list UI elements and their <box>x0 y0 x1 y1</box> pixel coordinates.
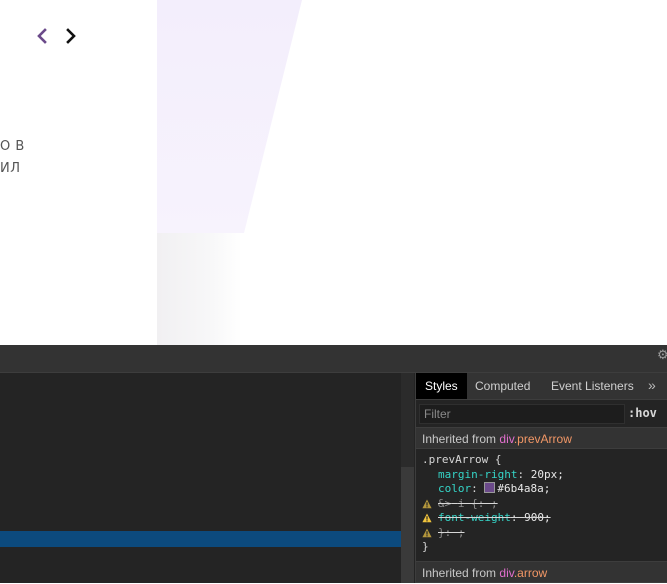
css-rule-block: .prevArrow { margin-right: 20px; color: … <box>416 453 667 555</box>
declaration-margin-right[interactable]: margin-right: 20px; <box>422 468 667 483</box>
declaration-invalid-1[interactable]: &> i {: ; <box>422 497 667 512</box>
declaration-color[interactable]: color: #6b4a8a; <box>422 482 667 497</box>
inherited-header-arrow: Inherited from div.arrow <box>416 561 667 583</box>
tab-styles[interactable]: Styles <box>416 373 467 399</box>
hero-text-line-2: ИЛ <box>0 161 21 176</box>
warning-icon <box>422 513 432 523</box>
property-name[interactable]: font-weight <box>438 511 511 524</box>
inherited-class-link[interactable]: .arrow <box>514 566 547 580</box>
rule-close-brace-line: } <box>422 540 667 555</box>
inherited-label: Inherited from <box>422 432 497 446</box>
property-value[interactable]: 900; <box>524 511 551 524</box>
property-value[interactable]: : ; <box>445 526 465 539</box>
property-name[interactable]: } <box>438 526 445 539</box>
elements-tree[interactable] <box>0 373 401 583</box>
inherited-label: Inherited from <box>422 566 497 580</box>
devtools-panel: ⚙ Styles Computed Event Listeners » :hov… <box>0 345 667 583</box>
chevron-right-icon <box>66 28 76 44</box>
decorative-shape <box>157 0 302 233</box>
rule-selector-line: .prevArrow { <box>422 453 667 468</box>
tab-computed[interactable]: Computed <box>466 373 539 399</box>
inherited-tag-link[interactable]: div <box>499 566 513 580</box>
inherited-tag-link[interactable]: div <box>499 432 513 446</box>
filter-row: :hov <box>416 400 667 428</box>
property-name[interactable]: &> <box>438 497 451 510</box>
prev-arrow-button[interactable] <box>35 26 51 46</box>
warning-icon <box>422 499 432 508</box>
property-value[interactable]: #6b4a8a; <box>497 482 550 495</box>
hero-text-line-1: О В <box>0 139 25 154</box>
styles-filter-input[interactable] <box>419 404 625 424</box>
tab-event-listeners[interactable]: Event Listeners <box>542 373 643 399</box>
web-page: О В ИЛ <box>0 0 667 345</box>
warning-icon <box>422 528 432 537</box>
property-name[interactable]: margin-right <box>438 468 517 481</box>
sidebar-tabs: Styles Computed Event Listeners » <box>416 373 667 400</box>
elements-scrollbar-thumb[interactable] <box>401 467 414 583</box>
property-value[interactable]: 20px; <box>531 468 564 481</box>
property-value[interactable]: i {: ; <box>458 497 498 510</box>
rule-open-brace: { <box>494 453 502 466</box>
declaration-invalid-2[interactable]: }: ; <box>422 526 667 541</box>
color-swatch-icon[interactable] <box>484 482 496 493</box>
rule-selector[interactable]: .prevArrow <box>422 453 488 466</box>
gear-icon[interactable]: ⚙ <box>657 349 667 363</box>
hover-state-toggle[interactable]: :hov <box>628 406 657 420</box>
inherited-class-link[interactable]: .prevArrow <box>514 432 572 446</box>
selected-dom-node-row[interactable] <box>0 531 401 547</box>
styles-sidebar: Styles Computed Event Listeners » :hov I… <box>415 373 667 583</box>
next-arrow-button[interactable] <box>64 26 80 46</box>
property-name[interactable]: color <box>438 482 471 495</box>
rule-close-brace: } <box>422 540 429 553</box>
devtools-toolbar: ⚙ <box>0 345 667 373</box>
more-tabs-icon[interactable]: » <box>648 373 656 399</box>
chevron-left-icon <box>37 28 47 44</box>
inherited-header-prevarrow: Inherited from div.prevArrow <box>416 427 667 449</box>
declaration-font-weight[interactable]: font-weight: 900; <box>422 511 667 526</box>
